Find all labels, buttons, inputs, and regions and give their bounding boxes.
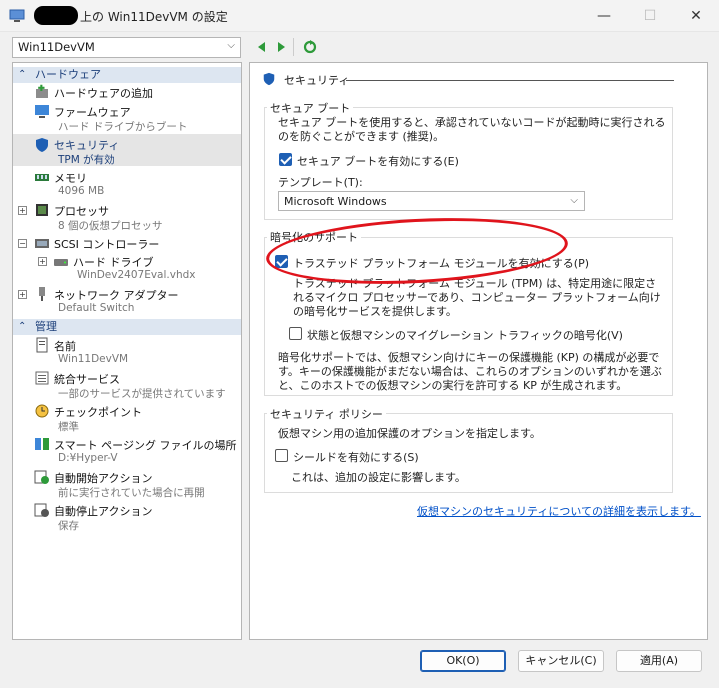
secure-boot-description: セキュア ブートを使用すると、承認されていないコードが起動時に実行されるのを防ぐ…: [278, 116, 666, 143]
heading-rule: [346, 80, 674, 81]
panel-heading: セキュリティ: [284, 74, 350, 87]
vm-selector-value: Win11DevVM: [18, 40, 95, 54]
chevron-down-icon: ⌵: [570, 195, 578, 206]
expand-icon[interactable]: +: [18, 290, 27, 299]
processor-icon: [36, 204, 48, 216]
name-icon: [36, 337, 48, 353]
tree-item-auto-stop[interactable]: 自動停止アクション 保存: [13, 502, 241, 532]
tree-item-add-hardware[interactable]: ハードウェアの追加: [13, 84, 241, 101]
tree-item-security[interactable]: セキュリティ TPM が有効: [13, 136, 241, 166]
management-section-header[interactable]: ⌃ 管理: [13, 319, 241, 335]
tree-item-firmware[interactable]: ファームウェア ハード ドライブからブート: [13, 103, 241, 133]
apply-button[interactable]: 適用(A): [616, 650, 702, 672]
tree-item-auto-start[interactable]: 自動開始アクション 前に実行されていた場合に再開: [13, 469, 241, 499]
collapse-icon: ⌃: [18, 321, 27, 332]
migration-encryption-checkbox[interactable]: [289, 327, 302, 340]
cancel-button[interactable]: キャンセル(C): [518, 650, 604, 672]
auto-stop-icon: [34, 503, 49, 517]
secure-boot-checkbox-label[interactable]: セキュア ブートを有効にする(E): [297, 153, 459, 169]
smart-paging-icon: [35, 438, 49, 450]
tree-item-processor[interactable]: + プロセッサ 8 個の仮想プロセッサ: [13, 202, 241, 232]
minimize-button[interactable]: —: [581, 0, 627, 32]
template-label: テンプレート(T):: [278, 176, 363, 189]
checkpoint-icon: [35, 404, 49, 418]
chevron-down-icon: ⌵: [227, 40, 235, 51]
template-dropdown-value: Microsoft Windows: [284, 195, 387, 208]
tree-item-checkpoints[interactable]: チェックポイント 標準: [13, 403, 241, 433]
title-bar: 上の Win11DevVM の設定 — ☐ ✕: [0, 0, 719, 32]
vm-selector[interactable]: Win11DevVM ⌵: [12, 37, 241, 58]
memory-icon: [35, 174, 49, 181]
security-policy-description: 仮想マシン用の追加保護のオプションを指定します。: [278, 427, 541, 440]
tree-item-integration-services[interactable]: 統合サービス 一部のサービスが提供されています: [13, 370, 241, 400]
network-adapter-icon: [39, 287, 45, 301]
collapse-tree-icon[interactable]: −: [18, 239, 27, 248]
firmware-icon: [35, 105, 49, 118]
settings-tree: ⌃ ハードウェア ハードウェアの追加 ファームウェア ハード ドライブからブート…: [12, 62, 242, 640]
key-protector-description: 暗号化サポートでは、仮想マシン向けにキーの保護機能 (KP) の構成が必要です。…: [278, 351, 662, 392]
migration-encryption-label[interactable]: 状態と仮想マシンのマイグレーション トラフィックの暗号化(V): [307, 327, 623, 343]
secure-boot-checkbox[interactable]: [279, 153, 292, 166]
secure-boot-title: セキュア ブート: [267, 100, 354, 116]
window-title: 上の Win11DevVM の設定: [80, 10, 228, 24]
tree-item-name[interactable]: 名前 Win11DevVM: [13, 337, 241, 367]
tree-item-memory[interactable]: メモリ 4096 MB: [13, 169, 241, 199]
collapse-icon: ⌃: [18, 69, 27, 80]
expand-icon[interactable]: +: [38, 257, 47, 266]
tree-item-network-adapter[interactable]: + ネットワーク アダプター Default Switch: [13, 286, 241, 316]
add-hardware-icon: [36, 84, 48, 98]
security-policy-title: セキュリティ ポリシー: [267, 406, 386, 422]
security-details-link[interactable]: 仮想マシンのセキュリティについての詳細を表示します。: [417, 503, 701, 519]
auto-start-icon: [34, 470, 49, 484]
refresh-icon[interactable]: [303, 40, 317, 54]
hyperv-app-icon: [9, 9, 25, 22]
shield-icon: [36, 138, 48, 152]
forward-arrow-icon[interactable]: [274, 40, 288, 54]
hard-drive-icon: [54, 259, 68, 266]
ok-button[interactable]: OK(O): [420, 650, 506, 672]
security-settings-panel: セキュリティ セキュア ブート セキュア ブートを使用すると、承認されていないコ…: [249, 62, 708, 640]
hardware-section-header[interactable]: ⌃ ハードウェア: [13, 67, 241, 83]
shield-checkbox[interactable]: [275, 449, 288, 462]
expand-icon[interactable]: +: [18, 206, 27, 215]
redacted-host-name: [34, 6, 78, 25]
back-arrow-icon[interactable]: [255, 40, 269, 54]
scsi-controller-icon: [35, 239, 49, 248]
tree-item-scsi-controller[interactable]: − SCSI コントローラー: [13, 235, 241, 252]
shield-note: これは、追加の設定に影響します。: [291, 471, 466, 484]
tree-item-smart-paging[interactable]: スマート ページング ファイルの場所 D:¥Hyper-V: [13, 436, 241, 466]
toolbar-divider: [293, 38, 294, 56]
tree-item-hard-drive[interactable]: + ハード ドライブ WinDev2407Eval.vhdx: [13, 253, 241, 283]
integration-services-icon: [35, 371, 49, 385]
shield-checkbox-label[interactable]: シールドを有効にする(S): [293, 449, 419, 465]
tpm-description: トラステッド プラットフォーム モジュール (TPM) は、特定用途に限定される…: [293, 277, 661, 318]
maximize-button[interactable]: ☐: [627, 0, 673, 32]
template-dropdown[interactable]: Microsoft Windows ⌵: [278, 191, 585, 211]
shield-icon: [263, 72, 275, 86]
close-button[interactable]: ✕: [673, 0, 719, 32]
